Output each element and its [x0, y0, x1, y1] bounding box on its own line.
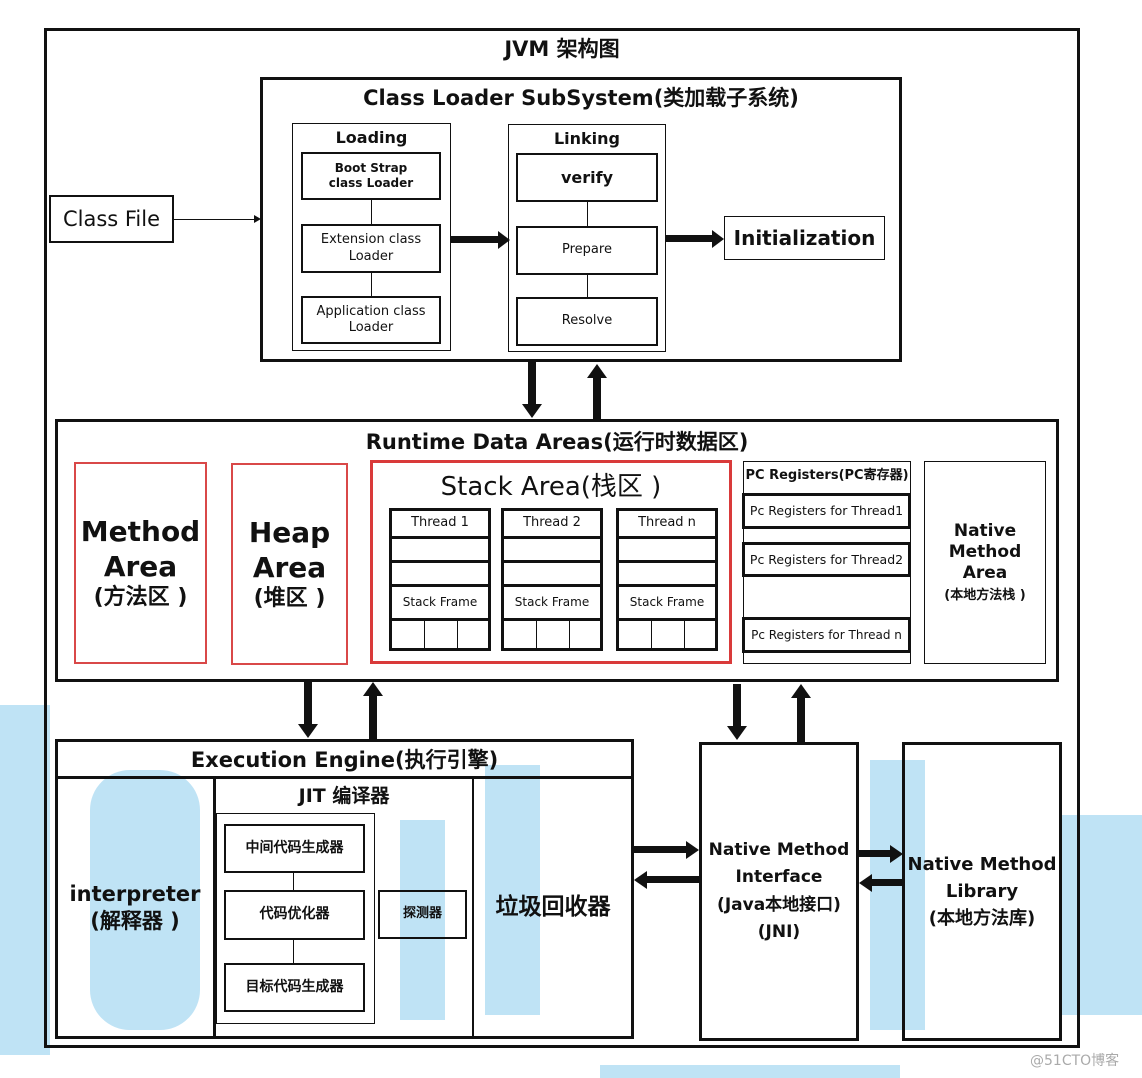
- jni-l3: (Java本地接口): [717, 894, 841, 915]
- extension-loader: Extension class Loader: [301, 224, 441, 273]
- stack-frame: Stack Frame: [504, 587, 600, 621]
- garbage-collector: 垃圾回收器: [495, 894, 611, 921]
- interpreter: interpreter (解释器 ): [57, 780, 213, 1035]
- thread-column: Thread 2 Stack Frame: [501, 508, 603, 651]
- heap-area-l3: (堆区 ): [253, 586, 326, 612]
- heap-area: Heap Area (堆区 ): [231, 463, 348, 665]
- method-area: Method Area (方法区 ): [74, 462, 207, 664]
- stack-frame: Stack Frame: [392, 587, 488, 621]
- cell-divider: [569, 621, 570, 651]
- pc-register-thread1: Pc Registers for Thread1: [742, 493, 911, 529]
- interpreter-l1: interpreter: [69, 882, 201, 907]
- jni-l4: (JNI): [757, 921, 801, 942]
- initialization-box: Initialization: [724, 216, 885, 260]
- library-l2: Library: [945, 881, 1019, 902]
- heap-area-l2: Area: [252, 551, 327, 585]
- frame-cells: [392, 621, 488, 651]
- stack-slot: [392, 563, 488, 587]
- runtime-title: Runtime Data Areas(运行时数据区): [365, 429, 749, 454]
- heap-area-l1: Heap: [248, 516, 331, 550]
- jit-title: JIT 编译器: [298, 785, 390, 808]
- cell-divider: [457, 621, 458, 651]
- resolve-box: Resolve: [516, 297, 658, 346]
- application-loader: Application class Loader: [301, 296, 441, 344]
- native-method-area: Native Method Area (本地方法栈 ): [924, 461, 1046, 664]
- stack-slot: [619, 563, 715, 587]
- native-area-l4: (本地方法栈 ): [944, 588, 1026, 604]
- class-file-box: Class File: [49, 195, 174, 243]
- jni-l1: Native Method: [708, 840, 850, 861]
- stack-slot: [504, 563, 600, 587]
- pc-registers-title: PC Registers(PC寄存器): [745, 467, 909, 483]
- stack-slot: [619, 539, 715, 563]
- method-area-l1: Method: [80, 515, 201, 549]
- cell-divider: [684, 621, 685, 651]
- thread-label: Thread n: [619, 511, 715, 539]
- loading-title: Loading: [335, 128, 408, 147]
- frame-cells: [619, 621, 715, 651]
- native-area-l2: Method: [948, 541, 1022, 562]
- thread-label: Thread 1: [392, 511, 488, 539]
- intermediate-code-generator: 中间代码生成器: [224, 824, 365, 873]
- prepare-box: Prepare: [516, 226, 658, 275]
- thread-column: Thread n Stack Frame: [616, 508, 718, 651]
- stack-frame: Stack Frame: [619, 587, 715, 621]
- jni-l2: Interface: [735, 867, 823, 888]
- target-code-generator: 目标代码生成器: [224, 963, 365, 1012]
- method-area-l3: (方法区 ): [93, 585, 188, 611]
- diagram-title: JVM 架构图: [504, 36, 620, 61]
- thread-column: Thread 1 Stack Frame: [389, 508, 491, 651]
- cell-divider: [536, 621, 537, 651]
- jni-box: Native Method Interface (Java本地接口) (JNI): [699, 742, 859, 1041]
- engine-title: Execution Engine(执行引擎): [190, 747, 499, 772]
- cell-divider: [424, 621, 425, 651]
- native-library-box: Native Method Library (本地方法库): [902, 742, 1062, 1041]
- stack-area-title: Stack Area(栈区 ): [440, 471, 662, 502]
- verify-box: verify: [516, 153, 658, 202]
- cell-divider: [651, 621, 652, 651]
- bootstrap-loader: Boot Strap class Loader: [301, 152, 441, 200]
- stack-slot: [392, 539, 488, 563]
- library-l3: (本地方法库): [928, 908, 1036, 929]
- class-loader-title: Class Loader SubSystem(类加载子系统): [363, 85, 799, 110]
- method-area-l2: Area: [103, 550, 178, 584]
- thread-label: Thread 2: [504, 511, 600, 539]
- pc-register-thread2: Pc Registers for Thread2: [742, 542, 911, 577]
- interpreter-l2: (解释器 ): [90, 908, 180, 933]
- native-area-l3: Area: [962, 563, 1008, 583]
- native-area-l1: Native: [953, 520, 1017, 541]
- stack-slot: [504, 539, 600, 563]
- linking-title: Linking: [553, 129, 621, 148]
- code-optimizer: 代码优化器: [224, 890, 365, 940]
- library-l1: Native Method: [907, 854, 1057, 875]
- profiler: 探测器: [378, 890, 467, 939]
- pc-register-threadn: Pc Registers for Thread n: [742, 617, 911, 653]
- watermark: @51CTO博客: [1030, 1053, 1120, 1069]
- frame-cells: [504, 621, 600, 651]
